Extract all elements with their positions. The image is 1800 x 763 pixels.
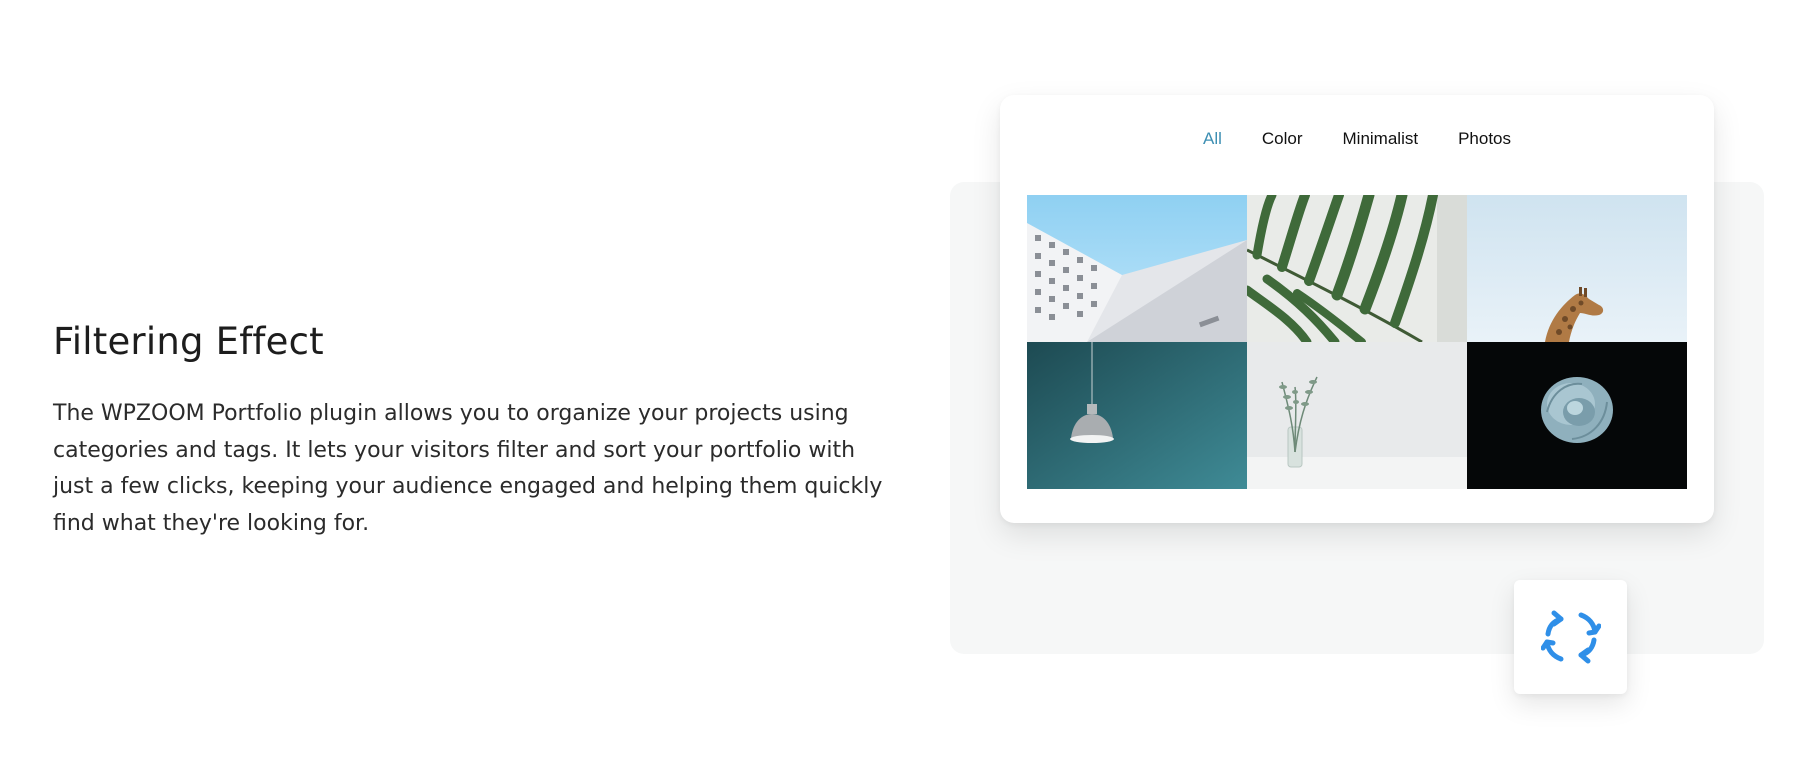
portfolio-item-giraffe[interactable] (1467, 195, 1687, 342)
feature-text-block: Filtering Effect The WPZOOM Portfolio pl… (53, 318, 883, 542)
filter-minimalist[interactable]: Minimalist (1323, 129, 1439, 149)
refresh-arrows-icon (1540, 610, 1601, 664)
palm-leaf-image (1247, 195, 1467, 342)
portfolio-item-palm-leaf[interactable] (1247, 195, 1467, 342)
lamp-image (1027, 342, 1247, 489)
portfolio-item-building[interactable] (1027, 195, 1247, 342)
portfolio-item-rose[interactable] (1467, 342, 1687, 489)
portfolio-filter-bar: All Color Minimalist Photos (1000, 125, 1714, 153)
portfolio-grid (1027, 195, 1687, 489)
filter-all[interactable]: All (1183, 129, 1242, 149)
feature-title: Filtering Effect (53, 320, 324, 363)
portfolio-preview-card: All Color Minimalist Photos (1000, 95, 1714, 523)
refresh-icon-tile (1514, 580, 1627, 694)
portfolio-item-lamp[interactable] (1027, 342, 1247, 489)
building-image (1027, 195, 1247, 342)
giraffe-image (1467, 195, 1687, 342)
filter-photos[interactable]: Photos (1438, 129, 1531, 149)
plant-image (1247, 342, 1467, 489)
filter-color[interactable]: Color (1242, 129, 1323, 149)
rose-image (1467, 342, 1687, 489)
portfolio-item-plant[interactable] (1247, 342, 1467, 489)
feature-description: The WPZOOM Portfolio plugin allows you t… (53, 401, 883, 536)
